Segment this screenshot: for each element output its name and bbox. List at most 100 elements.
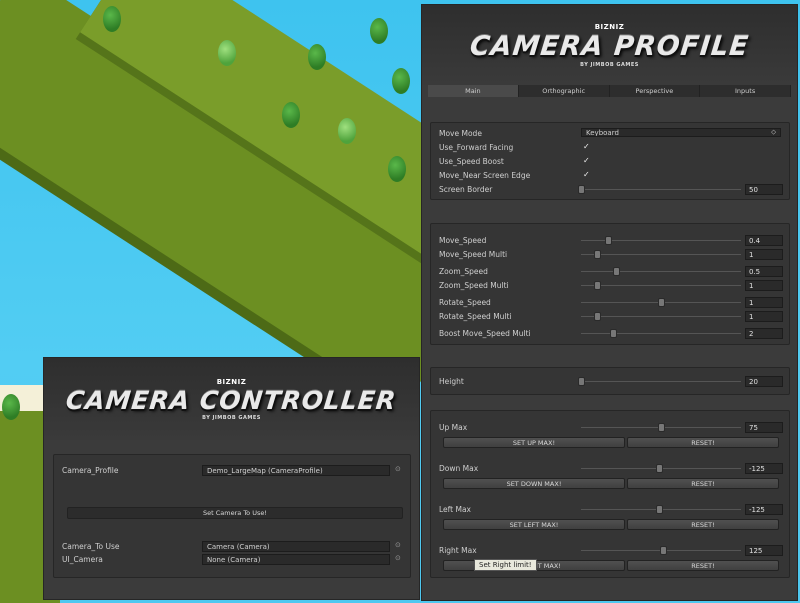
limit-label: Left Max: [439, 505, 471, 514]
use-forward-facing-checkbox[interactable]: ✓: [583, 143, 591, 151]
checkmark-icon: ✓: [583, 142, 590, 151]
tree: [2, 394, 20, 420]
slider-track: [581, 254, 741, 255]
ui-camera-field[interactable]: None (Camera): [202, 554, 390, 565]
speed-slider[interactable]: [581, 266, 741, 277]
set-limit-button[interactable]: SET LEFT MAX!: [443, 519, 625, 530]
speed-label: Zoom_Speed: [439, 267, 488, 276]
limit-slider[interactable]: [581, 504, 741, 515]
limit-input[interactable]: -125: [745, 463, 783, 474]
set-limit-button[interactable]: SET UP MAX!: [443, 437, 625, 448]
slider-thumb[interactable]: [578, 185, 585, 194]
slider-thumb[interactable]: [594, 281, 601, 290]
camera-to-use-field[interactable]: Camera (Camera): [202, 541, 390, 552]
camera-profile-label: Camera_Profile: [62, 466, 119, 475]
camera-profile-value: Demo_LargeMap (CameraProfile): [207, 466, 323, 475]
screen-border-input[interactable]: 50: [745, 184, 783, 195]
tree: [218, 40, 236, 66]
slider-thumb[interactable]: [605, 236, 613, 245]
camera-to-use-label: Camera_To Use: [62, 542, 120, 551]
slider-track: [581, 333, 741, 334]
camera-controller-header: BIZNIZ CAMERA CONTROLLER BY JIMBOB GAMES: [44, 358, 419, 440]
use-forward-facing-label: Use_Forward Facing: [439, 143, 514, 152]
limit-label: Up Max: [439, 423, 468, 432]
speed-input[interactable]: 1: [745, 297, 783, 308]
speed-label: Boost Move_Speed Multi: [439, 329, 531, 338]
speed-input[interactable]: 1: [745, 249, 783, 260]
reset-limit-button[interactable]: RESET!: [627, 437, 779, 448]
slider-thumb[interactable]: [658, 298, 665, 307]
slider-thumb[interactable]: [656, 505, 664, 514]
speed-label: Rotate_Speed: [439, 298, 491, 307]
set-camera-to-use-button[interactable]: Set Camera To Use!: [67, 507, 403, 519]
limit-slider[interactable]: [581, 545, 741, 556]
brand-label: BIZNIZ: [594, 22, 625, 31]
screen-border-slider[interactable]: [578, 184, 741, 195]
limit-label: Down Max: [439, 464, 479, 473]
speed-slider[interactable]: [581, 249, 741, 260]
tree: [392, 68, 410, 94]
speed-input[interactable]: 1: [745, 280, 783, 291]
tab-bar: Main Orthographic Perspective Inputs: [428, 85, 791, 97]
speed-slider[interactable]: [581, 328, 741, 339]
speed-input[interactable]: 1: [745, 311, 783, 322]
limit-input[interactable]: 125: [745, 545, 783, 556]
limit-input[interactable]: -125: [745, 504, 783, 515]
tab-perspective[interactable]: Perspective: [609, 85, 701, 97]
limit-slider[interactable]: [581, 463, 741, 474]
set-limit-button[interactable]: SET DOWN MAX!: [443, 478, 625, 489]
target-icon[interactable]: ⊙: [395, 465, 401, 473]
target-icon[interactable]: ⊙: [395, 541, 401, 549]
slider-thumb[interactable]: [656, 464, 664, 473]
reset-limit-button[interactable]: RESET!: [627, 478, 779, 489]
height-input[interactable]: 20: [745, 376, 783, 387]
checkmark-icon: ✓: [583, 156, 590, 165]
speed-slider[interactable]: [581, 297, 741, 308]
height-section: Height 20: [430, 367, 790, 395]
camera-controller-logo: CAMERA CONTROLLER: [64, 385, 399, 415]
slider-thumb[interactable]: [610, 329, 617, 338]
slider-thumb[interactable]: [659, 546, 667, 555]
ui-camera-value: None (Camera): [207, 555, 261, 564]
camera-controller-panel: BIZNIZ CAMERA CONTROLLER BY JIMBOB GAMES…: [43, 357, 420, 600]
speed-slider[interactable]: [581, 311, 741, 322]
speed-slider[interactable]: [581, 235, 741, 246]
speed-settings-section: Move_Speed 0.4 Move_Speed Multi 1 Zoom_Spe…: [430, 223, 790, 345]
camera-profile-field[interactable]: Demo_LargeMap (CameraProfile): [202, 465, 390, 476]
height-slider[interactable]: [578, 376, 741, 387]
brand-label: BIZNIZ: [216, 377, 247, 386]
tree: [308, 44, 326, 70]
limit-input[interactable]: 75: [745, 422, 783, 433]
speed-input[interactable]: 0.5: [745, 266, 783, 277]
slider-thumb[interactable]: [594, 250, 601, 259]
target-icon[interactable]: ⊙: [395, 554, 401, 562]
reset-limit-button[interactable]: RESET!: [627, 519, 779, 530]
limit-label: Right Max: [439, 546, 477, 555]
tab-inputs[interactable]: Inputs: [700, 85, 791, 97]
use-speed-boost-checkbox[interactable]: ✓: [583, 157, 591, 165]
reset-limit-button[interactable]: RESET!: [627, 560, 779, 571]
slider-thumb[interactable]: [594, 312, 601, 321]
tab-orthographic[interactable]: Orthographic: [518, 85, 610, 97]
speed-label: Move_Speed Multi: [439, 250, 508, 259]
slider-track: [581, 189, 741, 190]
screen-border-label: Screen Border: [439, 185, 493, 194]
tree: [388, 156, 406, 182]
speed-input[interactable]: 0.4: [745, 235, 783, 246]
slider-thumb[interactable]: [658, 423, 665, 432]
move-mode-dropdown[interactable]: Keyboard ⬦: [581, 128, 781, 137]
height-label: Height: [439, 377, 464, 386]
speed-label: Move_Speed: [439, 236, 487, 245]
speed-input[interactable]: 2: [745, 328, 783, 339]
slider-thumb[interactable]: [578, 377, 585, 386]
tree: [338, 118, 356, 144]
limit-slider[interactable]: [581, 422, 741, 433]
slider-track: [581, 271, 741, 272]
slider-thumb[interactable]: [613, 267, 621, 276]
use-speed-boost-label: Use_Speed Boost: [439, 157, 504, 166]
slider-track: [581, 316, 741, 317]
speed-slider[interactable]: [581, 280, 741, 291]
tab-main[interactable]: Main: [428, 85, 519, 97]
camera-to-use-value: Camera (Camera): [207, 542, 270, 551]
move-near-screen-edge-checkbox[interactable]: ✓: [583, 171, 591, 179]
